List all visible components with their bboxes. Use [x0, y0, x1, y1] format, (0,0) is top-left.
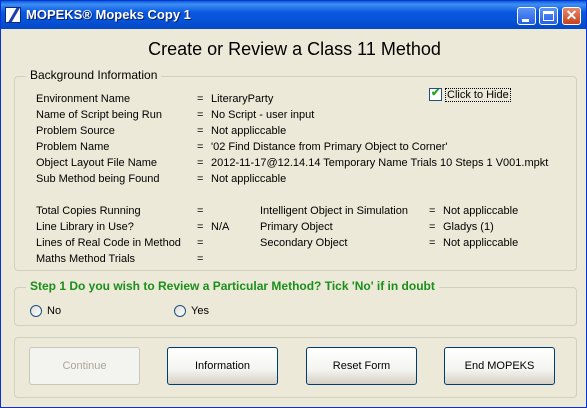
- info-value: LiteraryParty: [211, 93, 274, 105]
- stat-value: Gladys (1): [443, 221, 494, 233]
- stat-label: Intelligent Object in Simulation: [260, 205, 408, 217]
- stat-label: Primary Object: [260, 221, 333, 233]
- window-title: MOPEKS® Mopeks Copy 1: [26, 7, 191, 22]
- info-value: '02 Find Distance from Primary Object to…: [211, 141, 448, 153]
- stat-label: Secondary Object: [260, 237, 348, 249]
- info-value: No Script - user input: [211, 109, 315, 121]
- radio-no-label[interactable]: No: [47, 305, 61, 317]
- hide-checkbox[interactable]: ✔: [429, 87, 442, 101]
- maximize-icon: [543, 11, 554, 21]
- info-label: Name of Script being Run: [36, 109, 162, 121]
- close-button[interactable]: ✕: [562, 7, 581, 25]
- equals-sign: =: [429, 221, 436, 233]
- radio-yes[interactable]: [174, 305, 186, 317]
- checkmark-icon: ✔: [431, 87, 441, 99]
- end-mopeks-button[interactable]: End MOPEKS: [444, 347, 555, 385]
- equals-sign: =: [429, 205, 436, 217]
- title-bar[interactable]: MOPEKS® Mopeks Copy 1 ✕: [1, 1, 586, 29]
- stat-value: Not appliccable: [443, 205, 519, 217]
- step1-legend: Step 1 Do you wish to Review a Particula…: [26, 279, 439, 293]
- mopeks-window: MOPEKS® Mopeks Copy 1 ✕ Create or Review…: [0, 0, 587, 408]
- equals-sign: =: [429, 237, 436, 249]
- stat-label: Line Library in Use?: [36, 221, 134, 233]
- equals-sign: =: [197, 205, 204, 217]
- info-label: Environment Name: [36, 93, 131, 105]
- equals-sign: =: [197, 93, 204, 105]
- minimize-button[interactable]: [517, 7, 536, 25]
- equals-sign: =: [197, 253, 204, 265]
- info-label: Sub Method being Found: [36, 173, 160, 185]
- equals-sign: =: [197, 141, 204, 153]
- information-button[interactable]: Information: [167, 347, 278, 385]
- maximize-button[interactable]: [539, 7, 558, 25]
- stat-label: Lines of Real Code in Method: [36, 237, 181, 249]
- minimize-icon: [522, 19, 529, 22]
- info-label: Problem Name: [36, 141, 110, 153]
- info-value: 2012-11-17@12.14.14 Temporary Name Trial…: [211, 157, 549, 169]
- hide-checkbox-label[interactable]: Click to Hide: [445, 88, 511, 102]
- equals-sign: =: [197, 173, 204, 185]
- app-icon: [5, 7, 21, 23]
- info-label: Problem Source: [36, 125, 115, 137]
- reset-form-button[interactable]: Reset Form: [306, 347, 417, 385]
- info-label: Object Layout File Name: [36, 157, 158, 169]
- stat-value: Not appliccable: [443, 237, 519, 249]
- info-value: Not appliccable: [211, 173, 287, 185]
- page-title: Create or Review a Class 11 Method: [148, 39, 441, 59]
- info-value: Not appliccable: [211, 125, 287, 137]
- background-info-legend: Background Information: [26, 68, 162, 82]
- stat-value: N/A: [211, 221, 230, 233]
- equals-sign: =: [197, 157, 204, 169]
- close-icon: ✕: [565, 7, 578, 23]
- equals-sign: =: [197, 221, 204, 233]
- equals-sign: =: [197, 237, 204, 249]
- continue-button[interactable]: Continue: [29, 347, 140, 385]
- stat-label: Total Copies Running: [36, 205, 141, 217]
- equals-sign: =: [197, 125, 204, 137]
- radio-no[interactable]: [30, 305, 42, 317]
- radio-yes-label[interactable]: Yes: [191, 305, 209, 317]
- equals-sign: =: [197, 109, 204, 121]
- stat-label: Maths Method Trials: [36, 253, 136, 265]
